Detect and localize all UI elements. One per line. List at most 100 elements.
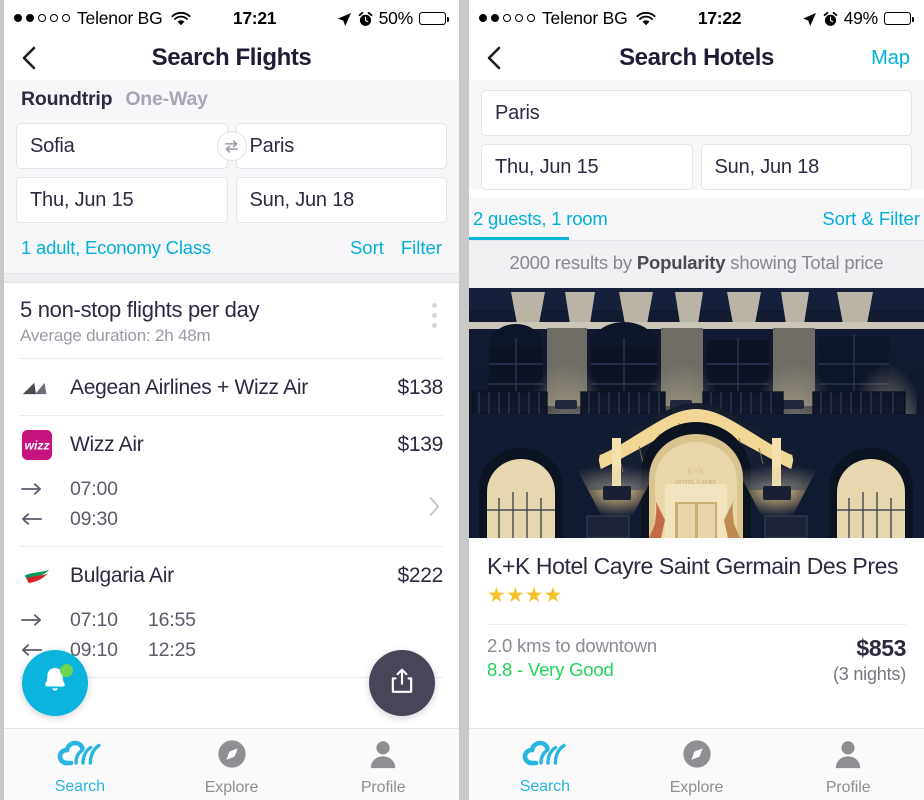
hotel-options-row: 2 guests, 1 room Sort & Filter [469,198,924,240]
return-arrow-icon [20,512,54,526]
flight-results-list: 5 non-stop flights per day Average durat… [4,283,459,678]
filter-button[interactable]: Filter [401,237,442,259]
hotel-destination-row: Paris [481,90,912,136]
flight-times-block[interactable]: 07:00 09:30 [4,472,459,546]
alarm-clock-icon [823,11,838,26]
hotel-search-panel: Paris Thu, Jun 15 Sun, Jun 18 [469,80,924,190]
flight-search-panel: Roundtrip One-Way Sofia Paris Thu, Jun 1… [4,80,459,273]
checkin-date-input[interactable]: Thu, Jun 15 [481,144,693,190]
person-icon [367,738,399,775]
status-bar-hotels: Telenor BG 17:22 49% [469,0,924,36]
svg-text:wizz: wizz [24,439,50,453]
tab-search[interactable]: Search [469,729,621,800]
wifi-icon [171,11,191,26]
flight-price: $139 [397,433,443,456]
tab-label-explore: Explore [669,779,724,796]
flight-price: $222 [397,564,443,587]
status-bar-clock: 17:22 [697,7,742,28]
swap-arrows-icon[interactable] [216,131,247,161]
tab-search[interactable]: Search [4,729,156,800]
skyscanner-cloud-icon [522,739,568,774]
compass-icon [216,738,248,775]
battery-percentage: 50% [378,7,414,28]
svg-text:HOTEL CAYRE: HOTEL CAYRE [676,480,717,486]
bottom-tab-bar-hotels: Search Explore Profile [469,728,924,800]
guests-rooms-selector[interactable]: 2 guests, 1 room [473,208,608,230]
page-title: Search Hotels [619,44,774,71]
chevron-right-icon [428,495,441,523]
results-summary-bar: 2000 results by Popularity showing Total… [469,241,924,288]
sort-filter-group: Sort Filter [350,237,442,259]
destination-input[interactable]: Paris [235,123,447,169]
wifi-icon [636,11,656,26]
wizz-air-logo: wizz [20,428,54,462]
location-arrow-icon [802,11,817,26]
dates-row: Thu, Jun 15 Sun, Jun 18 [16,177,447,223]
hotel-card-footer: 2.0 kms to downtown 8.8 - Very Good $853… [487,625,906,691]
sort-button[interactable]: Sort [350,237,384,259]
kebab-menu-icon[interactable] [426,297,443,334]
hotels-phone-screen: Telenor BG 17:22 49% Search Hotels Map P… [469,0,924,800]
tab-roundtrip[interactable]: Roundtrip [21,88,113,111]
hotel-name-text: K+K Hotel Cayre Saint Germain Des Pres [487,552,899,579]
price-alert-fab[interactable] [22,650,88,716]
hotel-facade-night-photo[interactable]: K+K HOTEL CAYRE [469,287,924,538]
flight-results-header: 5 non-stop flights per day Average durat… [4,283,459,358]
share-fab[interactable] [369,650,435,716]
depart-date-input[interactable]: Thu, Jun 15 [16,177,228,223]
hotel-nights: (3 nights) [832,664,906,685]
return-time: 09:30 [70,507,118,530]
origin-input[interactable]: Sofia [16,123,228,169]
depart-time: 07:00 [70,477,118,500]
flights-phone-screen: Telenor BG 17:21 50% Search Flights Roun… [4,0,459,800]
sort-filter-button[interactable]: Sort & Filter [822,208,920,230]
battery-percentage: 49% [843,7,879,28]
navigation-bar-flights: Search Flights [4,36,459,80]
flight-row[interactable]: Aegean Airlines + Wizz Air $138 [4,359,459,415]
carrier-name: Telenor BG [542,7,628,28]
return-date-input[interactable]: Sun, Jun 18 [235,177,447,223]
carrier-name: Telenor BG [77,7,163,28]
depart-arrow-icon [20,482,54,496]
results-title: 5 non-stop flights per day [20,297,260,322]
back-chevron-icon[interactable] [18,44,40,72]
section-divider [4,273,459,283]
alarm-clock-icon [358,11,373,26]
tab-explore[interactable]: Explore [156,729,308,800]
battery-icon [884,11,915,25]
passenger-class-selector[interactable]: 1 adult, Economy Class [21,237,211,259]
battery-icon [419,11,450,25]
flight-row[interactable]: wizz Wizz Air $139 [4,416,459,472]
status-bar-clock: 17:21 [232,7,277,28]
trip-type-tabs: Roundtrip One-Way [16,80,447,123]
flight-row[interactable]: Bulgaria Air $222 [4,547,459,603]
checkout-date-input[interactable]: Sun, Jun 18 [700,144,912,190]
status-bar-right-group: 50% [337,7,450,29]
hotel-dates-row: Thu, Jun 15 Sun, Jun 18 [481,144,912,190]
compass-icon [681,738,713,775]
back-chevron-icon[interactable] [483,44,505,72]
signal-strength-dots [14,14,70,22]
results-sort-emphasis: Popularity [636,252,726,273]
tab-explore[interactable]: Explore [621,729,773,800]
results-prefix: 2000 results by [509,252,637,273]
depart-time: 07:10 [70,608,118,631]
map-button[interactable]: Map [871,47,910,70]
tab-label-search: Search [519,778,570,795]
active-tab-underline [469,237,569,240]
hotel-star-rating: ★★★★ [487,583,563,607]
origin-destination-row: Sofia Paris [16,123,447,169]
bulgaria-air-logo [20,559,54,593]
hotel-info-left: 2.0 kms to downtown 8.8 - Very Good [487,635,657,685]
status-bar-right-group: 49% [802,7,915,29]
person-icon [832,738,864,775]
tab-profile[interactable]: Profile [772,729,924,800]
tab-profile[interactable]: Profile [307,729,459,800]
hotel-result-card[interactable]: K+K Hotel Cayre Saint Germain Des Pres ★… [469,537,924,692]
tab-one-way[interactable]: One-Way [125,88,208,111]
flight-options-row: 1 adult, Economy Class Sort Filter [16,231,447,263]
hotel-destination-input[interactable]: Paris [481,90,912,136]
signal-strength-dots [479,14,535,22]
depart-time-line: 07:10 16:55 [20,605,443,635]
return-time-line: 09:30 [20,504,443,534]
